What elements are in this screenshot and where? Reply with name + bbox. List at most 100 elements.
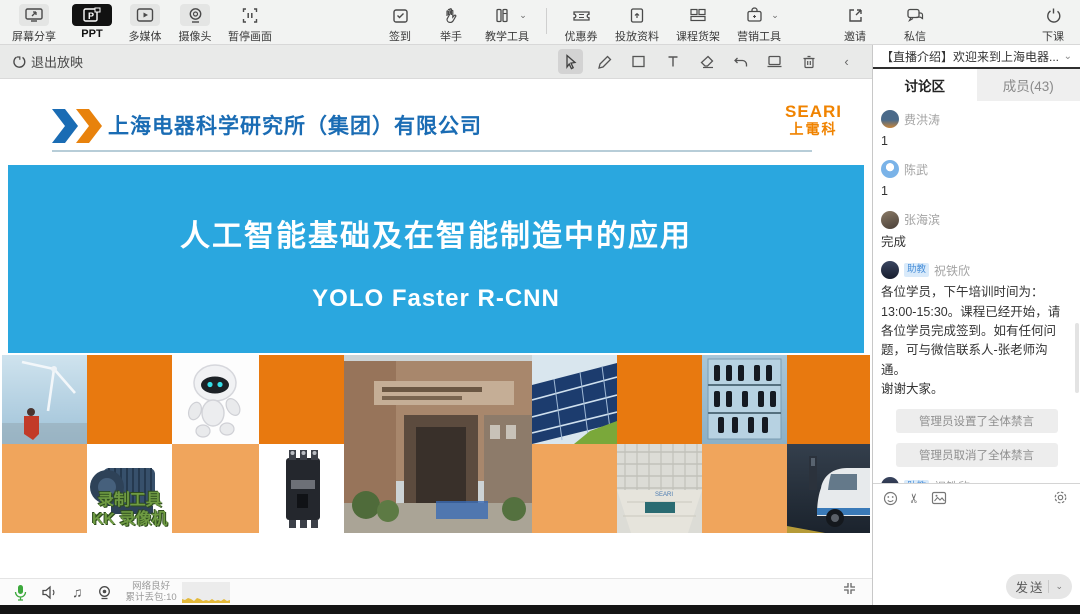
watermark-line2: KK 录像机 [92,510,168,529]
sign-in-label: 签到 [389,28,411,44]
exit-presentation-label: 退出放映 [31,52,83,71]
webcam-button[interactable] [97,585,112,600]
microphone-button[interactable] [14,584,27,601]
live-intro-header[interactable]: 【直播介绍】欢迎来到上海电器... ⌄ [873,45,1080,69]
message-input[interactable] [873,506,1080,556]
seari-logo: SEARI 上電科 [785,103,842,136]
undo-icon [733,55,749,69]
chevron-down-icon: ⌄ [519,10,527,21]
camera-icon [180,4,210,26]
prev-slide-button[interactable]: ‹ [834,49,859,74]
tool-board-button[interactable] [762,49,787,74]
chevron-left-icon: ‹ [844,54,848,69]
marketing-tools-button[interactable]: ⌄ 营销工具 [737,0,781,44]
teaching-tools-label: 教学工具 [485,28,529,44]
system-message: 管理员设置了全体禁言 [896,409,1058,433]
chevron-down-icon[interactable]: ⌄ [1064,51,1072,62]
camera-label: 摄像头 [179,28,212,44]
tab-members[interactable]: 成员(43) [977,69,1080,101]
multimedia-button[interactable]: 多媒体 [128,0,162,44]
svg-text:SEARI: SEARI [655,492,673,498]
pause-screen-button[interactable]: 暂停画面 [228,0,272,44]
materials-button[interactable]: 投放资料 [615,0,659,44]
multimedia-label: 多媒体 [129,28,162,44]
teaching-tools-button[interactable]: ⌄ 教学工具 [485,0,529,44]
send-button[interactable]: 发送 ⌄ [1006,574,1072,599]
tool-cursor-button[interactable] [558,49,583,74]
image-button[interactable] [931,491,947,505]
slide-title: 人工智能基础及在智能制造中的应用 [8,211,864,255]
materials-label: 投放资料 [615,28,659,44]
materials-icon [622,4,652,26]
private-message-button[interactable]: 私信 [898,0,932,44]
chat-message: 费洪涛 1 [881,110,1072,151]
tool-undo-button[interactable] [728,49,753,74]
trash-icon [802,54,816,69]
message-text: 各位学员，下午培训时间为：13:00-15:30。课程已经开始，请各位学员完成签… [881,283,1072,399]
course-shelf-button[interactable]: 课程货架 [676,0,720,44]
tool-eraser-button[interactable] [694,49,719,74]
chevron-down-icon[interactable]: ⌄ [1055,581,1063,592]
coupon-button[interactable]: 优惠券 [564,0,598,44]
orange-tile [172,444,259,533]
ppt-button[interactable]: P PPT [72,0,112,40]
system-message: 管理员取消了全体禁言 [896,443,1058,467]
exit-presentation-icon [12,55,26,69]
coupon-icon [566,4,596,26]
window-bottom-edge [0,605,1080,614]
emoji-button[interactable] [883,491,898,506]
screenshot-button[interactable]: ✂ [906,493,922,504]
orange-tile [259,355,344,444]
avatar [881,211,899,229]
end-class-button[interactable]: 下课 [1036,0,1070,44]
chat-message: 助教祝铁欣 各位学员，下午培训时间为：13:00-15:30。课程已经开始，请各… [881,261,1072,399]
tab-discussion[interactable]: 讨论区 [873,69,977,101]
recorder-watermark: 录制工具 KK 录像机 [92,491,168,529]
invite-label: 邀请 [844,28,866,44]
pause-screen-icon [235,4,265,26]
svg-text:P: P [88,11,94,21]
status-bar: ♫ 网络良好 累计丢包:10 [0,578,872,605]
sender-name: 张海滨 [904,211,940,228]
live-intro-title: 【直播介绍】欢迎来到上海电器... [881,48,1064,65]
music-button[interactable]: ♫ [72,584,83,600]
network-quality-label: 网络良好 [126,581,177,592]
pause-screen-label: 暂停画面 [228,28,272,44]
course-shelf-icon [683,4,713,26]
chat-message-list[interactable]: 费洪涛 1 陈武 1 张海滨 完成 助教祝铁欣 各位学员，下午培训时间为：13:… [873,101,1080,483]
sign-in-button[interactable]: 签到 [383,0,417,44]
camera-button[interactable]: 摄像头 [178,0,212,44]
ppt-label: PPT [81,28,102,40]
screen-share-button[interactable]: 屏幕分享 [12,0,56,44]
chat-settings-button[interactable] [1053,490,1068,505]
institute-building-photo [344,355,532,533]
exit-presentation-button[interactable]: 退出放映 [12,52,83,71]
scissors-icon: ✂ [906,493,922,504]
tool-text-button[interactable] [660,49,685,74]
screen-share-icon [19,4,49,26]
raise-hand-button[interactable]: 举手 [434,0,468,44]
orange-tile [617,355,702,444]
tab-discussion-label: 讨论区 [905,75,946,95]
end-class-icon [1038,4,1068,26]
toolbar-center-group: 签到 举手 ⌄ 教学工具 [383,0,781,45]
collapse-toolbar-button[interactable] [843,582,856,600]
emoji-icon [883,491,898,506]
seari-logo-chinese: 上電科 [785,122,842,136]
double-chevron-icon [50,107,104,150]
ppt-icon: P [72,4,112,26]
raise-hand-label: 举手 [440,28,462,44]
switchgear-photo [702,355,787,444]
marketing-tools-label: 营销工具 [737,28,781,44]
chat-scrollbar[interactable] [1075,323,1079,393]
slide-stage: 上海电器科学研究所（集团）有限公司 SEARI 上電科 人工智能基础及在智能制造… [0,79,872,578]
tool-rectangle-button[interactable] [626,49,651,74]
invite-button[interactable]: 邀请 [838,0,872,44]
speaker-button[interactable] [41,585,58,600]
microphone-icon [14,584,27,601]
rectangle-icon [631,54,646,69]
send-label: 发送 [1015,577,1044,596]
tool-pen-button[interactable] [592,49,617,74]
tool-trash-button[interactable] [796,49,821,74]
toolbar-left-group: 屏幕分享 P PPT 多媒体 摄像头 [12,0,272,45]
